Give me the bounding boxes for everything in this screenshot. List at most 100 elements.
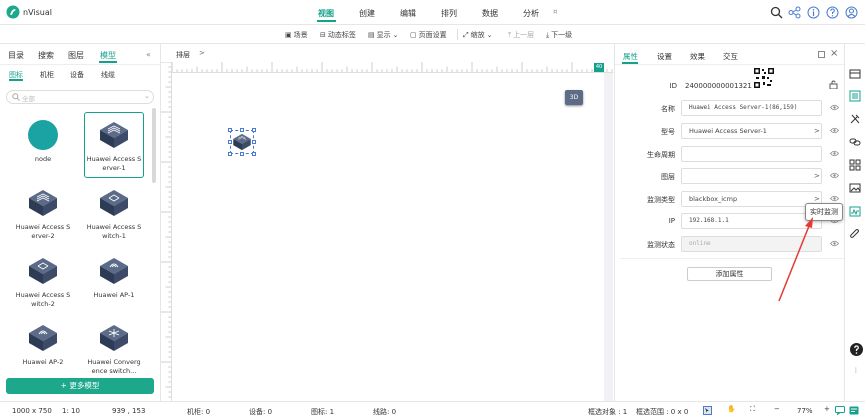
scrollbar[interactable] [152, 108, 156, 183]
access-switch-icon [100, 190, 128, 216]
canvas-device-access-server-icon[interactable] [232, 132, 252, 152]
link-icon[interactable] [849, 136, 861, 148]
tab-models[interactable]: 模型 [100, 50, 116, 61]
toolbar-down-level-button[interactable]: ⤓ 下一级 [546, 30, 572, 40]
eye-icon[interactable] [830, 240, 839, 247]
chat-icon[interactable] [835, 406, 845, 415]
access-switch-icon [29, 258, 57, 284]
tab-settings[interactable]: 设置 [657, 51, 672, 62]
menu-more[interactable]: ¤ [553, 8, 557, 16]
prop-lifecycle-field[interactable] [681, 146, 822, 162]
toolbar-zoom-button[interactable]: ⤢ 缩放 ⌄ [463, 30, 492, 40]
menu-arrange[interactable]: 排列 [441, 8, 457, 19]
tab-effects[interactable]: 效果 [690, 51, 705, 62]
toolbar-dynamic-tag-button[interactable]: ⊟ 动态标签 [320, 30, 356, 40]
tab-catalog[interactable]: 目录 [8, 50, 24, 61]
resize-handle[interactable] [252, 128, 256, 132]
tab-layers[interactable]: 图层 [68, 50, 84, 61]
toolbar-display-button[interactable]: ▤ 显示 ⌄ [368, 30, 399, 40]
eye-icon[interactable] [830, 172, 839, 179]
eye-icon[interactable] [830, 150, 839, 157]
toolbar-up-layer-button[interactable]: ⤒ 上一层 [508, 30, 534, 40]
attachment-icon[interactable] [849, 228, 861, 240]
vertical-ruler [161, 62, 172, 401]
model-tile-access-switch-2[interactable]: Huawei Access S witch-2 [13, 249, 73, 314]
zoom-level: 77% [797, 407, 813, 415]
tab-interaction[interactable]: 交互 [723, 51, 738, 62]
prop-model-field[interactable]: Huawei Access Server-1 [681, 123, 822, 139]
prop-monitor-type-field[interactable]: blackbox_icmp [681, 191, 822, 207]
help-icon[interactable] [826, 6, 839, 19]
eye-icon[interactable] [830, 104, 839, 111]
maximize-icon[interactable] [818, 51, 825, 58]
menu-analysis[interactable]: 分析 [523, 8, 539, 19]
model-tile-access-server-1[interactable]: Huawei Access S erver-1 [84, 112, 144, 178]
pan-hand-icon[interactable]: ✋ [727, 405, 736, 413]
select-tool-icon[interactable] [703, 406, 712, 415]
resize-handle[interactable] [228, 140, 232, 144]
toolbar-scene-button[interactable]: ▣ 场景 [285, 30, 308, 40]
menu-active-indicator [317, 20, 336, 22]
tab-search[interactable]: 搜索 [38, 50, 54, 61]
chevron-right-icon[interactable]: > [814, 172, 820, 180]
share-icon[interactable] [788, 6, 801, 19]
zoom-in-icon[interactable]: + [824, 405, 830, 413]
breadcrumb-item[interactable]: 排层 [176, 50, 190, 60]
chevron-down-icon[interactable]: ⌄ [144, 92, 150, 100]
collapse-panel-icon[interactable]: « [146, 50, 151, 59]
properties-icon[interactable] [849, 90, 861, 102]
tab-properties[interactable]: 属性 [623, 51, 638, 62]
annotation-arrow [778, 217, 813, 302]
toolbar-page-setup-button[interactable]: ▢ 页面设置 [410, 30, 447, 40]
prop-monitor-status-label: 监测状态 [647, 241, 675, 249]
add-property-button[interactable]: 添加属性 [687, 267, 772, 281]
search-icon [12, 93, 20, 101]
chevron-right-icon[interactable]: > [814, 195, 820, 203]
drawing-page[interactable] [172, 73, 604, 401]
close-icon[interactable]: × [830, 48, 838, 59]
menu-view[interactable]: 视图 [318, 8, 334, 19]
panel-edge-icon[interactable]: ⋯ [852, 367, 859, 373]
resize-handle[interactable] [252, 152, 256, 156]
model-tile-convergence-switch[interactable]: Huawei Converg ence switch... [84, 316, 144, 381]
resize-handle[interactable] [228, 152, 232, 156]
menu-edit[interactable]: 编辑 [400, 8, 416, 19]
subtab-cabinets[interactable]: 机柜 [40, 70, 54, 80]
model-tile-access-switch-1[interactable]: Huawei Access S witch-1 [84, 181, 144, 246]
3d-view-button[interactable]: 3D [565, 90, 583, 105]
resize-handle[interactable] [228, 128, 232, 132]
device-list-icon[interactable] [849, 68, 861, 80]
fit-screen-icon[interactable]: ⛶ [750, 405, 755, 414]
resize-handle[interactable] [240, 152, 244, 156]
zoom-icon: ⤢ [463, 30, 469, 39]
eye-icon[interactable] [830, 127, 839, 134]
image-icon[interactable] [849, 182, 861, 194]
unlock-icon[interactable] [829, 80, 838, 89]
user-icon[interactable] [845, 6, 858, 19]
tools-icon[interactable] [849, 113, 861, 125]
qr-code-icon[interactable] [754, 68, 774, 88]
message-icon[interactable] [849, 406, 859, 415]
chevron-right-icon[interactable]: > [814, 127, 820, 135]
top-bar [0, 0, 865, 25]
model-tile-node[interactable]: node [13, 113, 73, 178]
model-tile-ap-1[interactable]: Huawei AP-1 [84, 249, 144, 314]
subtab-cables[interactable]: 线缆 [101, 70, 115, 80]
model-tile-access-server-2[interactable]: Huawei Access S erver-2 [13, 181, 73, 246]
model-tile-ap-2[interactable]: Huawei AP-2 [13, 316, 73, 381]
resize-handle[interactable] [252, 140, 256, 144]
grid-icon[interactable] [849, 159, 861, 171]
menu-create[interactable]: 创建 [359, 8, 375, 19]
info-icon[interactable] [807, 6, 820, 19]
resize-handle[interactable] [240, 128, 244, 132]
subtab-devices[interactable]: 设备 [70, 70, 84, 80]
menu-data[interactable]: 数据 [482, 8, 498, 19]
search-icon[interactable] [770, 6, 783, 19]
eye-icon[interactable] [830, 195, 839, 202]
help-circle-icon[interactable] [850, 343, 863, 356]
zoom-out-icon[interactable]: − [774, 405, 780, 413]
prop-layer-field[interactable] [681, 168, 822, 184]
prop-name-field[interactable]: Huawei Access Server-1(86,159) [681, 100, 822, 116]
realtime-monitor-icon[interactable] [849, 206, 861, 218]
more-models-button[interactable]: + 更多模型 [6, 378, 154, 394]
